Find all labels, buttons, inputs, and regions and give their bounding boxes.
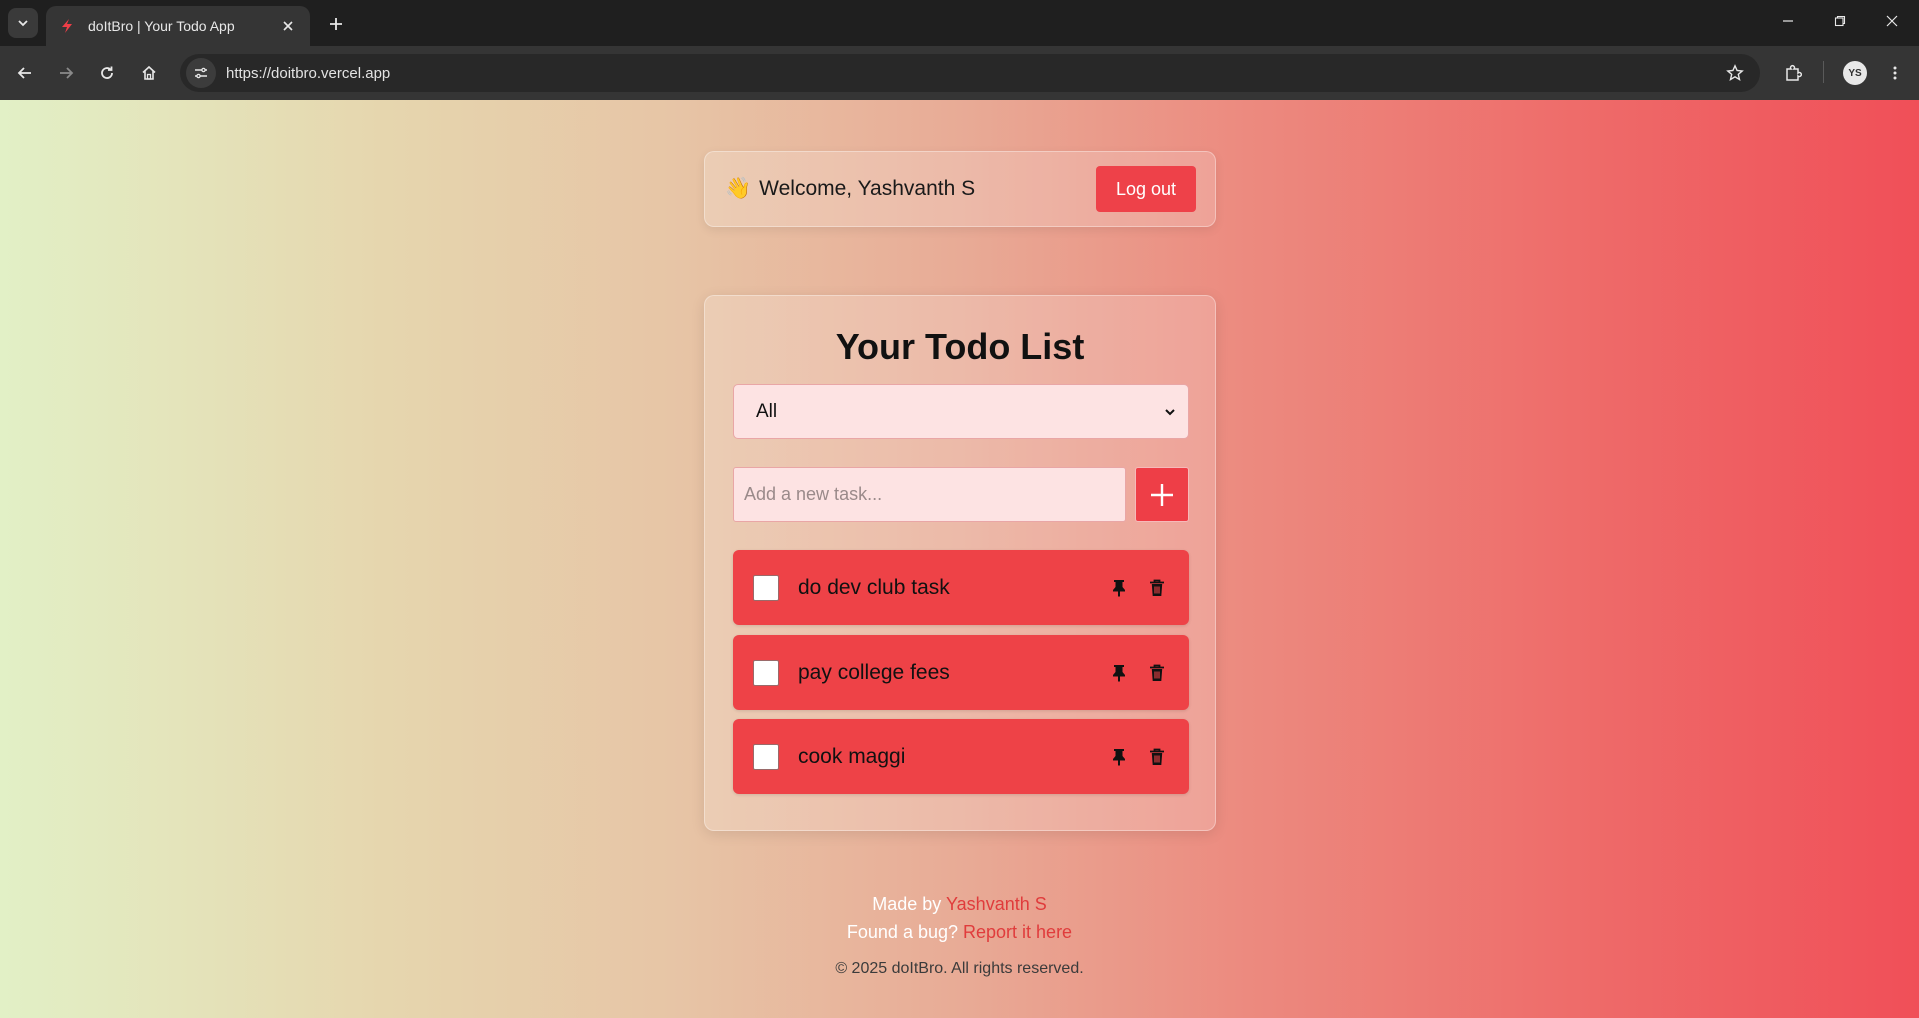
- todo-text: do dev club task: [798, 575, 950, 599]
- reload-icon: [101, 66, 113, 79]
- todo-checkbox[interactable]: [753, 574, 779, 601]
- todo-card: Your Todo List All Add a new task... do …: [704, 295, 1216, 831]
- add-task-button[interactable]: [1135, 467, 1189, 522]
- extensions-button[interactable]: [1778, 58, 1808, 88]
- window-close-button[interactable]: [1866, 0, 1918, 42]
- page-title: Your Todo List: [835, 326, 1085, 367]
- todo-checkbox[interactable]: [753, 659, 779, 686]
- bolt-icon: [58, 17, 76, 35]
- restore-icon: [1834, 15, 1846, 27]
- new-tab-button[interactable]: [322, 10, 350, 38]
- bookmark-star-icon[interactable]: [1720, 58, 1750, 88]
- more-vertical-icon: [1893, 66, 1897, 80]
- made-by-prefix: Made by: [872, 894, 942, 914]
- trash-icon[interactable]: [1143, 659, 1171, 687]
- copyright-text: © 2025 doItBro. All rights reserved.: [835, 960, 1084, 977]
- close-icon: [1886, 15, 1898, 27]
- chevron-down-icon: [1165, 408, 1175, 415]
- site-info-icon[interactable]: [186, 58, 216, 88]
- trash-icon[interactable]: [1143, 574, 1171, 602]
- new-task-placeholder: Add a new task...: [744, 484, 883, 504]
- toolbar-separator: [1823, 61, 1824, 83]
- todo-text: pay college fees: [798, 660, 950, 684]
- browser-tab-active[interactable]: doItBro | Your Todo App: [46, 6, 310, 46]
- tab-search-button[interactable]: [8, 8, 38, 38]
- minimize-button[interactable]: [1762, 0, 1814, 42]
- filter-selected-value: All: [756, 400, 778, 422]
- forward-button[interactable]: [51, 58, 81, 88]
- reload-button[interactable]: [92, 58, 122, 88]
- home-button[interactable]: [134, 58, 164, 88]
- wave-icon: 👋: [725, 177, 752, 200]
- plus-icon: [1151, 483, 1173, 506]
- chevron-down-icon: [18, 20, 28, 27]
- made-by-line: Made by Yashvanth S: [0, 890, 1919, 918]
- arrow-left-icon: [17, 67, 31, 79]
- bug-prefix: Found a bug?: [846, 922, 958, 942]
- home-icon: [142, 65, 156, 80]
- todo-item: cook maggi: [733, 719, 1189, 794]
- tab-strip: doItBro | Your Todo App: [0, 0, 1919, 46]
- plus-icon: [330, 18, 342, 30]
- todo-text: cook maggi: [798, 744, 906, 768]
- close-icon[interactable]: [278, 16, 298, 36]
- todo-item: pay college fees: [733, 635, 1189, 710]
- new-task-input[interactable]: Add a new task...: [733, 467, 1126, 522]
- arrow-right-icon: [60, 67, 74, 79]
- filter-select[interactable]: All: [733, 384, 1189, 439]
- browser-menu-button[interactable]: [1880, 58, 1910, 88]
- puzzle-icon: [1786, 64, 1802, 81]
- minimize-icon: [1783, 20, 1793, 22]
- tab-title: doItBro | Your Todo App: [88, 18, 235, 34]
- report-bug-link[interactable]: Report it here: [963, 922, 1072, 942]
- author-link[interactable]: Yashvanth S: [946, 894, 1047, 914]
- pin-icon[interactable]: [1105, 659, 1133, 687]
- browser-toolbar: https://doitbro.vercel.app YS: [0, 46, 1919, 100]
- todo-checkbox[interactable]: [753, 743, 779, 770]
- welcome-text: Welcome, Yashvanth S: [759, 177, 976, 200]
- logout-button[interactable]: Log out: [1096, 166, 1196, 212]
- pin-icon[interactable]: [1105, 743, 1133, 771]
- address-bar[interactable]: https://doitbro.vercel.app: [180, 54, 1760, 92]
- page-viewport: 👋 Welcome, Yashvanth S Log out Your Todo…: [0, 100, 1919, 1018]
- trash-icon[interactable]: [1143, 743, 1171, 771]
- back-button[interactable]: [10, 58, 40, 88]
- welcome-card: 👋 Welcome, Yashvanth S Log out: [704, 151, 1216, 227]
- restore-button[interactable]: [1814, 0, 1866, 42]
- avatar: YS: [1843, 61, 1867, 85]
- bug-report-line: Found a bug? Report it here: [0, 918, 1919, 946]
- pin-icon[interactable]: [1105, 574, 1133, 602]
- todo-item: do dev club task: [733, 550, 1189, 625]
- footer: Made by Yashvanth S Found a bug? Report …: [0, 890, 1919, 978]
- profile-button[interactable]: YS: [1840, 58, 1870, 88]
- url-text: https://doitbro.vercel.app: [226, 64, 391, 82]
